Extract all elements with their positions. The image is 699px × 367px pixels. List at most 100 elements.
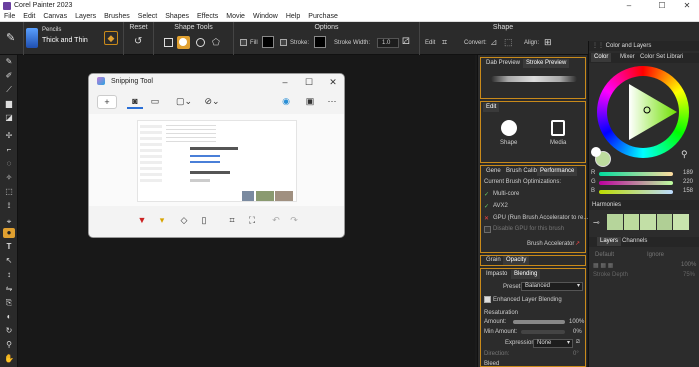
shape-select-tool-icon[interactable]: ↖: [3, 256, 15, 266]
redo-icon[interactable]: ↷: [287, 214, 301, 228]
shape-edit-icon[interactable]: [501, 120, 517, 136]
stroke-color-swatch[interactable]: [314, 36, 326, 48]
fill-tool-icon[interactable]: ▆: [3, 99, 15, 109]
magic-wand-tool-icon[interactable]: ✧: [3, 173, 15, 183]
tab-channels[interactable]: Channels: [619, 237, 650, 246]
tab-dab-preview[interactable]: Dab Preview: [483, 59, 523, 68]
stroke-width-input[interactable]: 1.0: [377, 38, 399, 48]
min-amount-slider[interactable]: [521, 330, 565, 334]
minimize-icon[interactable]: –: [615, 0, 643, 11]
expression-dropdown[interactable]: None ▾: [533, 339, 573, 348]
maximize-icon[interactable]: ☐: [648, 0, 676, 11]
snip-delay-dropdown-icon[interactable]: ⊘⌄: [201, 95, 223, 109]
harmony-swatch[interactable]: [607, 214, 623, 230]
new-snip-icon[interactable]: +: [97, 95, 117, 109]
menu-help[interactable]: Help: [282, 13, 304, 20]
menu-window[interactable]: Window: [249, 13, 282, 20]
rectangle-shape-icon[interactable]: [164, 38, 173, 47]
tab-general[interactable]: Gene: [483, 167, 504, 176]
snip-shape-dropdown-icon[interactable]: ▢⌄: [173, 95, 195, 109]
ballpoint-pen-icon[interactable]: ▼: [135, 214, 149, 228]
lasso-tool-icon[interactable]: ◌: [3, 159, 15, 169]
video-mode-icon[interactable]: ▭: [147, 95, 163, 109]
align-icon[interactable]: ⊞: [544, 37, 552, 48]
tab-stroke-preview[interactable]: Stroke Preview: [523, 59, 570, 68]
menu-shapes[interactable]: Shapes: [161, 13, 193, 20]
grabber-tool-icon[interactable]: ✋: [3, 354, 15, 364]
menu-movie[interactable]: Movie: [222, 13, 249, 20]
stroke-style-icon[interactable]: ⚂: [402, 36, 410, 47]
amount-slider[interactable]: [513, 320, 565, 324]
highlighter-icon[interactable]: ▾: [155, 214, 169, 228]
preset-dropdown[interactable]: Balanced ▾: [521, 282, 583, 291]
harmony-rule-icon[interactable]: ⊸: [593, 218, 600, 227]
composite-mode[interactable]: Ignore: [647, 252, 664, 258]
harmony-swatch[interactable]: [623, 214, 640, 230]
snipping-maximize-icon[interactable]: ☐: [303, 76, 315, 88]
crop-icon[interactable]: ⌗: [225, 214, 239, 228]
color-wheel[interactable]: [597, 66, 689, 158]
invert-expression-icon[interactable]: ⧄: [576, 339, 580, 346]
menu-file[interactable]: File: [0, 13, 19, 20]
tab-brush-calibration[interactable]: Brush Calib: [503, 167, 540, 176]
brush-selector[interactable]: Pencils Thick and Thin ◆: [24, 22, 124, 55]
convert-to-layer-icon[interactable]: ⊿: [490, 37, 498, 48]
tab-impasto[interactable]: Impasto: [483, 270, 510, 279]
text-tool-icon[interactable]: T: [3, 242, 15, 252]
menu-edit[interactable]: Edit: [19, 13, 39, 20]
g-slider[interactable]: [599, 181, 673, 185]
menu-brushes[interactable]: Brushes: [100, 13, 134, 20]
tab-color-set-libraries[interactable]: Color Set Librari: [637, 53, 686, 62]
dodge-tool-icon[interactable]: ◐: [3, 312, 15, 322]
mirror-tool-icon[interactable]: ⇋: [3, 284, 15, 294]
harmony-swatch[interactable]: [656, 214, 673, 230]
close-icon[interactable]: ✕: [673, 0, 699, 11]
tab-opacity[interactable]: Opacity: [503, 256, 530, 265]
save-icon[interactable]: ▣: [303, 95, 317, 109]
brush-tool-icon[interactable]: ✐: [3, 71, 15, 81]
layer-adjuster-tool-icon[interactable]: ↕: [3, 270, 15, 280]
convert-to-selection-icon[interactable]: ⬚: [504, 37, 513, 48]
edit-shape-icon[interactable]: ⌗: [442, 37, 447, 48]
dropper-tool-icon[interactable]: ⟋: [3, 85, 15, 95]
menu-purchase[interactable]: Purchase: [304, 13, 342, 20]
transform-tool-icon[interactable]: ✢: [3, 131, 15, 141]
media-edit-icon[interactable]: [551, 120, 565, 136]
brush-library-icon[interactable]: ◆: [104, 31, 118, 45]
r-slider[interactable]: [599, 172, 673, 176]
stroke-checkbox[interactable]: [280, 39, 287, 46]
tab-grain[interactable]: Grain: [483, 256, 504, 265]
menu-select[interactable]: Select: [134, 13, 161, 20]
menu-effects[interactable]: Effects: [193, 13, 222, 20]
cloner-tool-icon[interactable]: ⎘: [3, 298, 15, 308]
tab-performance[interactable]: Performance: [537, 167, 578, 176]
ellipse-shape-icon[interactable]: [177, 36, 190, 49]
reset-icon[interactable]: ↺: [134, 36, 142, 47]
magnifier-tool-icon[interactable]: ⚲: [3, 340, 15, 350]
menu-layers[interactable]: Layers: [71, 13, 100, 20]
tab-mixer[interactable]: Mixer: [617, 53, 638, 62]
eraser-icon[interactable]: ◇: [177, 214, 191, 228]
camera-mode-icon[interactable]: ◙: [127, 95, 143, 109]
fill-color-swatch[interactable]: [262, 36, 274, 48]
tab-color[interactable]: Color: [591, 53, 612, 62]
secondary-color-swatch[interactable]: [591, 147, 601, 157]
eyedropper-icon[interactable]: ⚲: [681, 149, 688, 160]
share-icon[interactable]: ◉: [279, 95, 293, 109]
ellipse-tool-icon[interactable]: ●: [3, 228, 15, 238]
tab-layers[interactable]: Layers: [597, 237, 622, 246]
harmony-swatch[interactable]: [640, 214, 656, 230]
rotate-page-tool-icon[interactable]: ↻: [3, 326, 15, 336]
color-triangle[interactable]: [597, 66, 689, 158]
menu-canvas[interactable]: Canvas: [39, 13, 71, 20]
enhanced-blending-checkbox[interactable]: [484, 296, 493, 303]
harmony-swatch[interactable]: [673, 214, 689, 230]
fill-checkbox[interactable]: [240, 39, 247, 46]
more-options-icon[interactable]: ⋯: [325, 95, 339, 109]
eraser-tool-icon[interactable]: ◪: [3, 113, 15, 123]
lock-icons[interactable]: ▦ ▦ ▦: [593, 262, 613, 269]
undo-icon[interactable]: ↶: [269, 214, 283, 228]
brush-selector-icon-section[interactable]: ✎: [0, 22, 24, 55]
pen-tool-icon[interactable]: ✎: [3, 57, 15, 67]
disable-gpu-checkbox[interactable]: [484, 226, 493, 233]
